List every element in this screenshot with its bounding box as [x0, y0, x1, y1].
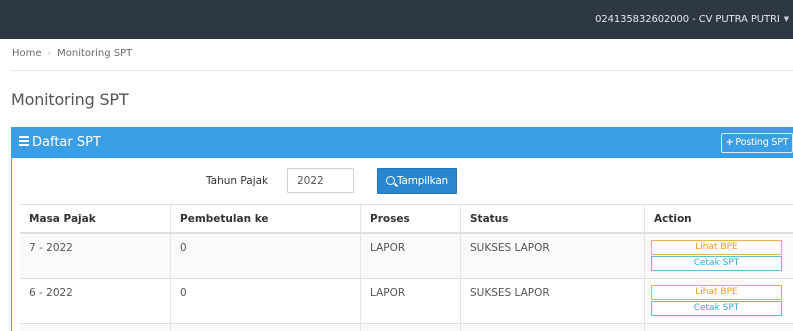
page-title: Monitoring SPT: [11, 90, 129, 109]
cell-masa-pajak: [20, 324, 171, 331]
posting-spt-button[interactable]: + Posting SPT: [721, 133, 793, 153]
cetak-spt-button[interactable]: Cetak SPT: [651, 256, 782, 271]
cell-status: [461, 324, 645, 331]
cell-proses: LAPOR: [361, 234, 461, 278]
user-label: 024135832602000 - CV PUTRA PUTRI: [595, 14, 780, 25]
column-header-pembetulan: Pembetulan ke: [171, 205, 361, 232]
cell-pembetulan: 0: [171, 279, 361, 323]
bars-icon: [19, 136, 29, 146]
breadcrumb: Home › Monitoring SPT: [12, 46, 132, 62]
tahun-pajak-input[interactable]: [287, 168, 354, 193]
tahun-pajak-label: Tahun Pajak: [206, 175, 269, 187]
caret-down-icon: ▼: [783, 15, 789, 23]
lihat-bpe-button[interactable]: Lihat BPE: [651, 285, 782, 300]
cell-action: Lihat BPE Cetak SPT: [645, 234, 793, 278]
table-row: 6 - 2022 0 LAPOR SUKSES LAPOR Lihat BPE …: [20, 279, 793, 324]
table-row-partial: [20, 324, 793, 331]
user-menu[interactable]: 024135832602000 - CV PUTRA PUTRI ▼: [595, 0, 789, 39]
tampilkan-label: Tampilkan: [396, 175, 449, 187]
search-icon: [385, 176, 395, 185]
breadcrumb-home-link[interactable]: Home: [12, 48, 42, 59]
posting-spt-label: Posting SPT: [735, 137, 789, 148]
cell-proses: LAPOR: [361, 279, 461, 323]
table-row: 7 - 2022 0 LAPOR SUKSES LAPOR Lihat BPE …: [20, 234, 793, 279]
panel-title: Daftar SPT: [32, 135, 101, 150]
column-header-proses: Proses: [361, 205, 461, 232]
cell-action: [645, 324, 793, 331]
breadcrumb-current: Monitoring SPT: [57, 48, 133, 59]
cetak-spt-button[interactable]: Cetak SPT: [651, 301, 782, 316]
cell-proses: [361, 324, 461, 331]
cell-masa-pajak: 7 - 2022: [20, 234, 171, 278]
lihat-bpe-button[interactable]: Lihat BPE: [651, 240, 782, 255]
cell-pembetulan: [171, 324, 361, 331]
daftar-spt-panel: Daftar SPT +Posting SPT Tahun Pajak Tamp…: [11, 127, 793, 331]
table-header-row: Masa Pajak Pembetulan ke Proses Status A…: [20, 204, 793, 234]
column-header-status: Status: [461, 205, 645, 232]
cell-status: SUKSES LAPOR: [461, 279, 645, 323]
top-navbar: 024135832602000 - CV PUTRA PUTRI ▼: [0, 0, 793, 39]
column-header-action: Action: [654, 213, 692, 225]
column-header-masa-pajak: Masa Pajak: [20, 205, 171, 232]
panel-heading: Daftar SPT + Posting SPT: [12, 128, 793, 158]
header-divider: [10, 70, 793, 71]
cell-masa-pajak: 6 - 2022: [20, 279, 171, 323]
cell-status: SUKSES LAPOR: [461, 234, 645, 278]
cell-action: Lihat BPE Cetak SPT: [645, 279, 793, 323]
cell-pembetulan: 0: [171, 234, 361, 278]
breadcrumb-separator: ›: [47, 49, 52, 59]
tampilkan-button[interactable]: Tampilkan: [377, 168, 457, 194]
plus-icon: +: [725, 137, 734, 148]
